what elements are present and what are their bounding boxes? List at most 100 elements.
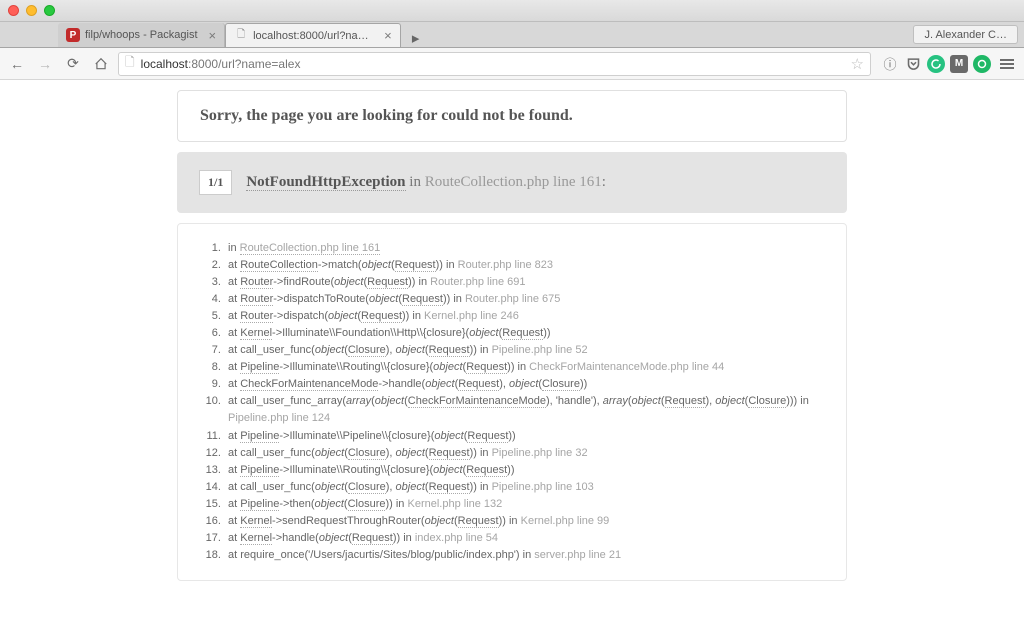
- trace-class-link[interactable]: Kernel: [240, 515, 272, 528]
- grammarly-extension-icon[interactable]: [927, 55, 945, 73]
- trace-file-link[interactable]: Kernel.php line 99: [521, 515, 610, 527]
- trace-file-link[interactable]: Pipeline.php line 52: [492, 344, 588, 356]
- browser-tab-active[interactable]: 🗋 localhost:8000/url?name=… ×: [225, 23, 401, 47]
- forward-button[interactable]: →: [34, 53, 56, 75]
- stack-frame: in RouteCollection.php line 161: [224, 240, 836, 257]
- stack-frame: at Router->dispatch(object(Request)) in …: [224, 308, 836, 325]
- home-button[interactable]: [90, 53, 112, 75]
- trace-arg-link[interactable]: Request: [395, 259, 436, 272]
- trace-arg-link[interactable]: Closure: [348, 447, 386, 460]
- trace-file-link[interactable]: server.php line 21: [534, 549, 621, 561]
- stack-frame: at Router->findRoute(object(Request)) in…: [224, 274, 836, 291]
- trace-class-link[interactable]: Pipeline: [240, 498, 279, 511]
- trace-arg-link[interactable]: Request: [361, 310, 402, 323]
- trace-file-link[interactable]: RouteCollection.php line 161: [240, 242, 381, 255]
- address-bar[interactable]: 🗋 localhost:8000/url?name=alex ☆: [118, 52, 871, 76]
- trace-file-link[interactable]: Pipeline.php line 124: [228, 412, 330, 424]
- tab-title: filp/whoops - Packagist: [85, 29, 198, 41]
- stack-frame: at Pipeline->then(object(Closure)) in Ke…: [224, 496, 836, 513]
- stack-frame: at Kernel->Illuminate\\Foundation\\Http\…: [224, 325, 836, 342]
- trace-arg-link[interactable]: Request: [466, 361, 507, 374]
- trace-file-link[interactable]: Router.php line 823: [458, 259, 553, 271]
- exception-class-link[interactable]: NotFoundHttpException: [246, 174, 405, 191]
- trace-file-link[interactable]: CheckForMaintenanceMode.php line 44: [529, 361, 724, 373]
- error-title-text: Sorry, the page you are looking for coul…: [200, 107, 573, 124]
- zoom-window-button[interactable]: [44, 5, 55, 16]
- trace-arg-link[interactable]: Request: [429, 447, 470, 460]
- pocket-extension-icon[interactable]: [904, 55, 922, 73]
- trace-class-link[interactable]: Router: [240, 293, 273, 306]
- reload-button[interactable]: ⟳: [62, 53, 84, 75]
- stack-frame: at RouteCollection->match(object(Request…: [224, 257, 836, 274]
- browser-toolbar: ← → ⟳ 🗋 localhost:8000/url?name=alex ☆ ⓘ…: [0, 48, 1024, 80]
- exception-line: NotFoundHttpException in RouteCollection…: [246, 174, 606, 191]
- trace-arg-link[interactable]: Request: [367, 276, 408, 289]
- trace-arg-link[interactable]: Closure: [348, 344, 386, 357]
- trace-file-link[interactable]: Pipeline.php line 103: [492, 481, 594, 493]
- page-info-icon[interactable]: 🗋: [125, 53, 135, 74]
- trace-file-link[interactable]: Kernel.php line 132: [407, 498, 502, 510]
- extension-green-icon[interactable]: [973, 55, 991, 73]
- stack-frame: at call_user_func(object(Closure), objec…: [224, 445, 836, 462]
- trace-arg-link[interactable]: Request: [466, 464, 507, 477]
- back-button[interactable]: ←: [6, 53, 28, 75]
- trace-class-link[interactable]: Pipeline: [240, 464, 279, 477]
- stack-frame: at Pipeline->Illuminate\\Pipeline\\{clos…: [224, 428, 836, 445]
- trace-arg-link[interactable]: Request: [458, 378, 499, 391]
- trace-class-link[interactable]: Kernel: [240, 327, 272, 340]
- exception-file-link[interactable]: RouteCollection.php line 161: [425, 174, 602, 190]
- trace-arg-link[interactable]: Closure: [748, 395, 786, 408]
- stack-frame: at Router->dispatchToRoute(object(Reques…: [224, 291, 836, 308]
- trace-arg-link[interactable]: Request: [429, 344, 470, 357]
- trace-arg-link[interactable]: Request: [458, 515, 499, 528]
- extension-info-icon[interactable]: ⓘ: [881, 55, 899, 73]
- close-window-button[interactable]: [8, 5, 19, 16]
- browser-tab[interactable]: P filp/whoops - Packagist ×: [58, 23, 225, 47]
- trace-arg-link[interactable]: Request: [402, 293, 443, 306]
- trace-file-link[interactable]: Router.php line 691: [430, 276, 525, 288]
- trace-arg-link[interactable]: Closure: [542, 378, 580, 391]
- trace-file-link[interactable]: Kernel.php line 246: [424, 310, 519, 322]
- exception-header: 1/1 NotFoundHttpException in RouteCollec…: [177, 152, 847, 213]
- exception-counter: 1/1: [199, 170, 232, 195]
- chrome-menu-button[interactable]: [996, 53, 1018, 75]
- trace-class-link[interactable]: Pipeline: [240, 361, 279, 374]
- error-title-box: Sorry, the page you are looking for coul…: [177, 90, 847, 142]
- trace-file-link[interactable]: index.php line 54: [415, 532, 498, 544]
- url-text: localhost:8000/url?name=alex: [141, 57, 301, 71]
- stack-frame: at call_user_func(object(Closure), objec…: [224, 342, 836, 359]
- tab-close-icon[interactable]: ×: [384, 29, 392, 42]
- tab-close-icon[interactable]: ×: [209, 29, 217, 42]
- minimize-window-button[interactable]: [26, 5, 37, 16]
- stack-frame: at CheckForMaintenanceMode->handle(objec…: [224, 376, 836, 393]
- extensions-area: ⓘ M: [877, 53, 1018, 75]
- stack-frame: at Pipeline->Illuminate\\Routing\\{closu…: [224, 462, 836, 479]
- favicon-icon: 🗋: [234, 29, 248, 43]
- trace-class-link[interactable]: Pipeline: [240, 430, 279, 443]
- trace-arg-link[interactable]: Closure: [348, 498, 386, 511]
- trace-arg-link[interactable]: Request: [665, 395, 706, 408]
- trace-arg-link[interactable]: Request: [352, 532, 393, 545]
- trace-class-link[interactable]: Router: [240, 276, 273, 289]
- stack-frame: at Kernel->sendRequestThroughRouter(obje…: [224, 513, 836, 530]
- trace-arg-link[interactable]: Request: [467, 430, 508, 443]
- trace-class-link[interactable]: CheckForMaintenanceMode: [240, 378, 378, 391]
- trace-class-link[interactable]: Router: [240, 310, 273, 323]
- trace-file-link[interactable]: Pipeline.php line 32: [492, 447, 588, 459]
- stack-frame: at Pipeline->Illuminate\\Routing\\{closu…: [224, 359, 836, 376]
- browser-tabstrip: P filp/whoops - Packagist × 🗋 localhost:…: [0, 22, 1024, 48]
- trace-arg-link[interactable]: Request: [502, 327, 543, 340]
- trace-arg-link[interactable]: CheckForMaintenanceMode: [408, 395, 546, 408]
- stack-trace: in RouteCollection.php line 161at RouteC…: [177, 223, 847, 581]
- trace-class-link[interactable]: Kernel: [240, 532, 272, 545]
- trace-arg-link[interactable]: Closure: [348, 481, 386, 494]
- traffic-lights: [8, 5, 55, 16]
- extension-m-icon[interactable]: M: [950, 55, 968, 73]
- stack-frame: at require_once('/Users/jacurtis/Sites/b…: [224, 547, 836, 564]
- profile-button[interactable]: J. Alexander C…: [913, 25, 1018, 44]
- bookmark-star-icon[interactable]: ☆: [851, 55, 864, 73]
- trace-arg-link[interactable]: Request: [429, 481, 470, 494]
- trace-class-link[interactable]: RouteCollection: [240, 259, 318, 272]
- trace-file-link[interactable]: Router.php line 675: [465, 293, 560, 305]
- new-tab-button[interactable]: ▸: [405, 29, 427, 47]
